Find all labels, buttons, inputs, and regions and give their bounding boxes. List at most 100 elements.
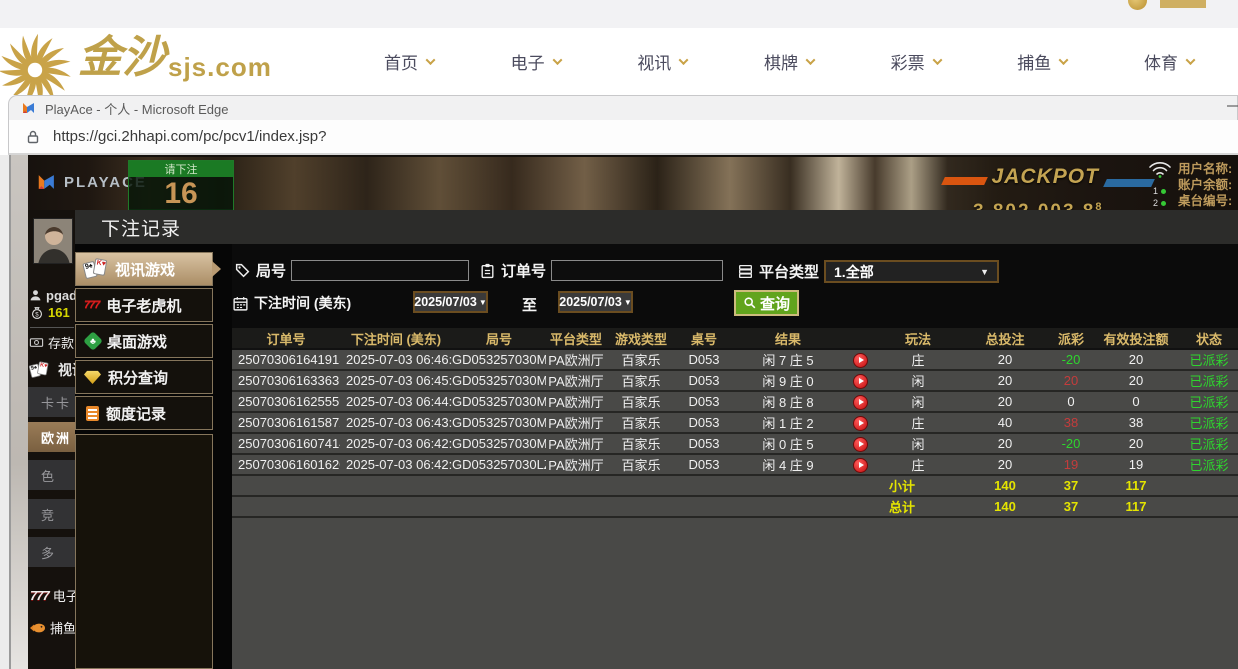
modal-titlebar: 下注记录 [75,210,1238,244]
cell: 百家乐 [606,433,676,454]
col-header-11: 有效投注额 [1092,328,1180,349]
bet-row: 2507030616158722025-07-03 06:43:44GD0532… [232,412,1238,433]
cell: 百家乐 [606,412,676,433]
fish-icon [28,622,46,634]
fishing-menu-row[interactable]: 捕鱼 [28,618,75,637]
green-dot-icon [1161,189,1166,194]
empty-cell [452,496,546,517]
cell: 闲 9 庄 0 [732,370,844,391]
order-filter: 订单号 [479,260,723,281]
cell: 百家乐 [606,349,676,370]
search-button[interactable]: 查询 [734,290,799,316]
replay-button[interactable] [853,395,868,410]
nav-item-label: 体育 [1144,49,1178,74]
cell: PA欧洲厅 [546,370,606,391]
bet-row: 2507030616419132025-07-03 06:46:04GD0532… [232,349,1238,370]
replay-button[interactable] [853,374,868,389]
nav-item-0[interactable]: 首页 [384,49,434,74]
menu-item-4[interactable]: 额度记录 [75,396,213,430]
cell: 250703061641913 [232,349,340,370]
lobby-tab-3[interactable]: 竞 [28,499,75,529]
video-menu-row[interactable]: 9♠K♥ 视讯 [30,360,75,380]
menu-item-2[interactable]: ♣桌面游戏 [75,324,213,358]
replay-cell [844,454,876,475]
replay-cell [844,349,876,370]
cell: 20 [960,391,1050,412]
empty-cell [452,475,546,496]
order-input[interactable] [551,260,723,281]
cell: 闲 [876,433,960,454]
sun-logo-icon [0,30,76,95]
document-icon [86,406,99,421]
lobby-tab-1[interactable]: 欧洲 [28,422,75,452]
lobby-tab-0[interactable]: 卡卡 [28,387,75,417]
slots-menu-row[interactable]: 777 电子 [30,586,75,605]
cell: 2025-07-03 06:45:18 [340,370,452,391]
replay-button[interactable] [853,353,868,368]
partial-coin-icon [1128,0,1147,10]
order-label: 订单号 [501,260,546,281]
platform-select[interactable]: 1.全部 ▼ [824,260,999,283]
cell: PA欧洲厅 [546,412,606,433]
play-icon [859,441,864,447]
nav-item-6[interactable]: 体育 [1144,49,1194,74]
jackpot-orange-stripe [941,177,987,185]
date-from-picker[interactable]: 2025/07/03▼ [413,291,488,313]
nav-item-1[interactable]: 电子 [511,49,561,74]
menu-item-label: 视讯游戏 [115,259,175,280]
nav-item-label: 电子 [511,49,545,74]
balance-value: 161 [48,305,70,320]
platform-list-icon [737,263,754,280]
cell: -20 [1050,349,1092,370]
cell: 已派彩 [1180,412,1238,433]
menu-item-label: 积分查询 [108,367,168,388]
cell: D053 [676,391,732,412]
modal-menu: 9♠K♥视讯游戏777电子老虎机♣桌面游戏积分查询额度记录 [75,244,213,669]
cell: GD053257030M1 [452,412,546,433]
site-logo[interactable]: 金沙 sjs.com [0,28,272,95]
round-input[interactable] [291,260,469,281]
nav-item-5[interactable]: 捕鱼 [1017,49,1067,74]
cell: 0 [1092,391,1180,412]
tag-icon [234,262,251,279]
minimize-button[interactable]: — [1227,97,1238,114]
cell: 已派彩 [1180,391,1238,412]
empty-cell [606,475,676,496]
signal-row: 1 [1153,186,1174,196]
cell: PA欧洲厅 [546,454,606,475]
menu-item-3[interactable]: 积分查询 [75,360,213,394]
chevron-down-icon [1185,55,1195,65]
cell: GD053257030M2 [452,391,546,412]
replay-button[interactable] [853,416,868,431]
lobby-tab-4[interactable]: 多 [28,537,75,567]
deposit-label: 存款 [48,333,74,352]
url-text: https://gci.2hhapi.com/pc/pcv1/index.jsp… [53,128,327,145]
menu-item-1[interactable]: 777电子老虎机 [75,288,213,322]
nav-item-4[interactable]: 彩票 [891,49,941,74]
play-icon [859,462,864,468]
lobby-tab-2[interactable]: 色 [28,460,75,490]
avatar[interactable] [33,218,73,264]
cell: PA欧洲厅 [546,391,606,412]
site-header: 金沙 sjs.com 首页 电子 视讯 棋牌 彩票 捕鱼 体育 [0,28,1238,95]
money-bag-icon: $ [30,306,44,320]
replay-button[interactable] [853,458,868,473]
browser-titlebar[interactable]: PlayAce - 个人 - Microsoft Edge — [8,95,1238,120]
cell: D053 [676,370,732,391]
chevron-down-icon [932,55,942,65]
bet-row: 2507030616016202025-07-03 06:42:31GD0532… [232,454,1238,475]
cell: 38 [1092,412,1180,433]
platform-label: 平台类型 [759,261,819,282]
date-to-picker[interactable]: 2025/07/03▼ [558,291,633,313]
nav-item-2[interactable]: 视讯 [637,49,687,74]
cell: 20 [960,370,1050,391]
replay-button[interactable] [853,437,868,452]
cell: 百家乐 [606,391,676,412]
nav-item-3[interactable]: 棋牌 [764,49,814,74]
browser-urlbar[interactable]: https://gci.2hhapi.com/pc/pcv1/index.jsp… [8,120,1238,155]
menu-item-0[interactable]: 9♠K♥视讯游戏 [75,252,213,286]
replay-cell [844,412,876,433]
signal-panel: 12 [1148,161,1174,208]
deposit-row[interactable]: 存款 [29,333,74,352]
menu-item-label: 桌面游戏 [107,331,167,352]
